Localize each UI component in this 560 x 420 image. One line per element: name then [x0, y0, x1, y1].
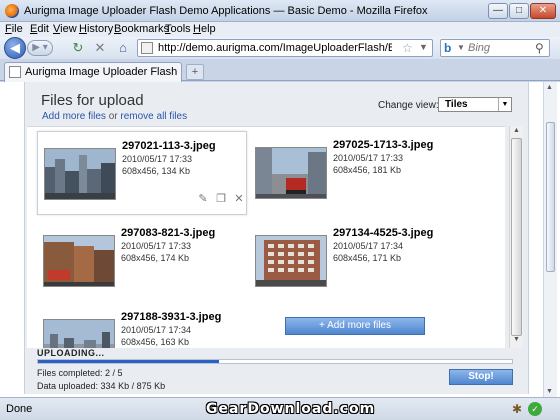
file-item[interactable]: 297025-1713-3.jpeg 2010/05/17 17:33 608x… — [249, 131, 459, 215]
status-text: Done — [6, 403, 33, 415]
file-name: 297021-113-3.jpeg — [122, 140, 216, 152]
upload-links: Add more files or remove all files — [42, 111, 187, 122]
page-title: Files for upload — [41, 92, 144, 109]
view-select[interactable]: Tiles ▼ — [438, 97, 512, 112]
file-date: 2010/05/17 17:34 — [333, 241, 404, 251]
forward-arrow-icon[interactable]: ▶ ▾ — [27, 40, 53, 56]
remove-icon[interactable]: ✕ — [232, 192, 246, 206]
menu-view[interactable]: View — [53, 23, 77, 35]
file-item[interactable]: 297134-4525-3.jpeg 2010/05/17 17:34 608x… — [249, 219, 459, 303]
home-icon[interactable]: ⌂ — [115, 40, 131, 56]
stop-upload-button[interactable]: Stop! — [449, 369, 513, 385]
site-identity-icon[interactable] — [141, 42, 153, 54]
watermark-logo: GearDownload.com — [206, 401, 376, 417]
bing-icon[interactable]: b — [444, 41, 458, 55]
file-info: 608x456, 181 Kb — [333, 165, 402, 175]
search-engine-dropdown-icon[interactable]: ▼ — [457, 43, 465, 52]
bug-icon[interactable]: ✱ — [510, 402, 524, 416]
change-view-label: Change view: — [378, 100, 439, 111]
chevron-down-icon[interactable]: ▼ — [498, 98, 511, 111]
file-info: 608x456, 174 Kb — [121, 253, 190, 263]
view-select-value[interactable]: Tiles — [445, 99, 468, 110]
address-bar[interactable]: http://demo.aurigma.com/ImageUploaderFla… — [137, 39, 433, 57]
add-more-files-link[interactable]: Add more files — [42, 111, 106, 122]
upload-progress-bar — [37, 359, 513, 364]
page-scrollbar[interactable]: ▲ ▼ — [543, 82, 557, 397]
add-more-files-button[interactable]: + Add more files — [285, 317, 425, 335]
rotate-icon[interactable]: ❐ — [214, 192, 228, 206]
file-date: 2010/05/17 17:33 — [121, 241, 192, 251]
firefox-icon — [5, 4, 19, 18]
menu-bar: File Edit View History Bookmarks Tools H… — [0, 22, 560, 37]
bookmark-star-icon[interactable]: ☆ — [402, 41, 413, 55]
file-item[interactable]: 297083-821-3.jpeg 2010/05/17 17:33 608x4… — [37, 219, 247, 303]
search-box[interactable]: b ▼ ⚲ — [440, 39, 550, 57]
maximize-button[interactable]: □ — [509, 3, 529, 19]
window-titlebar: Aurigma Image Uploader Flash Demo Applic… — [0, 0, 560, 22]
file-thumbnail[interactable] — [255, 235, 327, 287]
menu-tools[interactable]: Tools — [165, 23, 191, 35]
tab-basic-demo[interactable]: Aurigma Image Uploader Flash Demo... — [4, 62, 182, 82]
file-item[interactable]: 297021-113-3.jpeg 2010/05/17 17:33 608x4… — [37, 131, 247, 215]
file-thumbnail[interactable] — [43, 235, 115, 287]
file-date: 2010/05/17 17:34 — [121, 325, 192, 335]
checkmark-icon[interactable]: ✓ — [528, 402, 542, 416]
file-info: 608x456, 171 Kb — [333, 253, 402, 263]
search-icon[interactable]: ⚲ — [535, 41, 544, 55]
scroll-down-icon[interactable]: ▼ — [511, 336, 522, 347]
remove-all-files-link[interactable]: remove all files — [120, 111, 187, 122]
file-name: 297188-3931-3.jpeg — [121, 311, 222, 323]
upload-progress-fill — [38, 360, 220, 363]
files-completed-text: Files completed: 2 / 5 — [37, 368, 123, 378]
stop-icon[interactable]: ✕ — [92, 40, 108, 56]
file-info: 608x456, 163 Kb — [121, 337, 190, 347]
file-date: 2010/05/17 17:33 — [122, 154, 193, 164]
file-name: 297025-1713-3.jpeg — [333, 139, 434, 151]
window-title: Aurigma Image Uploader Flash Demo Applic… — [24, 5, 428, 17]
page-viewport: Files for upload Add more files or remov… — [0, 82, 560, 397]
menu-edit[interactable]: Edit — [30, 23, 49, 35]
file-name: 297134-4525-3.jpeg — [333, 227, 434, 239]
uploading-label: UPLOADING... — [37, 348, 105, 358]
page-scroll-thumb[interactable] — [546, 122, 555, 272]
file-item[interactable]: 297188-3931-3.jpeg 2010/05/17 17:34 608x… — [37, 303, 247, 348]
menu-bookmarks[interactable]: Bookmarks — [114, 23, 169, 35]
page-favicon-icon — [9, 66, 21, 78]
tab-label: Aurigma Image Uploader Flash Demo... — [25, 66, 179, 78]
links-separator: or — [108, 111, 118, 122]
file-info: 608x456, 134 Kb — [122, 166, 191, 176]
edit-icon[interactable]: ✎ — [196, 192, 210, 206]
status-bar: Done GearDownload.com ✱ ✓ — [0, 397, 560, 420]
menu-help[interactable]: Help — [193, 23, 216, 35]
scroll-up-icon[interactable]: ▲ — [546, 84, 553, 91]
new-tab-button[interactable]: + — [186, 64, 204, 80]
scroll-thumb[interactable] — [511, 138, 522, 336]
tab-strip: Aurigma Image Uploader Flash Demo... + — [0, 59, 560, 82]
file-thumbnail[interactable] — [255, 147, 327, 199]
file-thumbnail[interactable] — [43, 319, 115, 348]
url-text[interactable]: http://demo.aurigma.com/ImageUploaderFla… — [158, 42, 392, 54]
scroll-down-icon[interactable]: ▼ — [546, 388, 553, 395]
back-arrow-icon[interactable]: ◀ — [4, 37, 26, 59]
menu-history[interactable]: History — [79, 23, 113, 35]
minimize-button[interactable]: — — [488, 3, 508, 19]
data-uploaded-text: Data uploaded: 334 Kb / 875 Kb — [37, 381, 166, 391]
file-date: 2010/05/17 17:33 — [333, 153, 404, 163]
file-actions: ✎ ❐ ✕ — [194, 192, 246, 206]
file-thumbnail[interactable] — [44, 148, 116, 200]
file-name: 297083-821-3.jpeg — [121, 227, 216, 239]
file-list-scrollbar[interactable]: ▲ ▼ — [509, 126, 523, 348]
scroll-up-icon[interactable]: ▲ — [511, 127, 522, 138]
url-dropdown-icon[interactable]: ▼ — [419, 42, 428, 52]
menu-file[interactable]: File — [5, 23, 23, 35]
search-input[interactable] — [468, 42, 530, 54]
navigation-toolbar: ◀ ▶ ▾ ↻ ✕ ⌂ http://demo.aurigma.com/Imag… — [0, 37, 560, 59]
file-list[interactable]: 297021-113-3.jpeg 2010/05/17 17:33 608x4… — [27, 126, 505, 348]
uploader-panel: Files for upload Add more files or remov… — [24, 82, 529, 394]
reload-icon[interactable]: ↻ — [70, 40, 86, 56]
close-window-button[interactable]: ✕ — [530, 3, 556, 19]
